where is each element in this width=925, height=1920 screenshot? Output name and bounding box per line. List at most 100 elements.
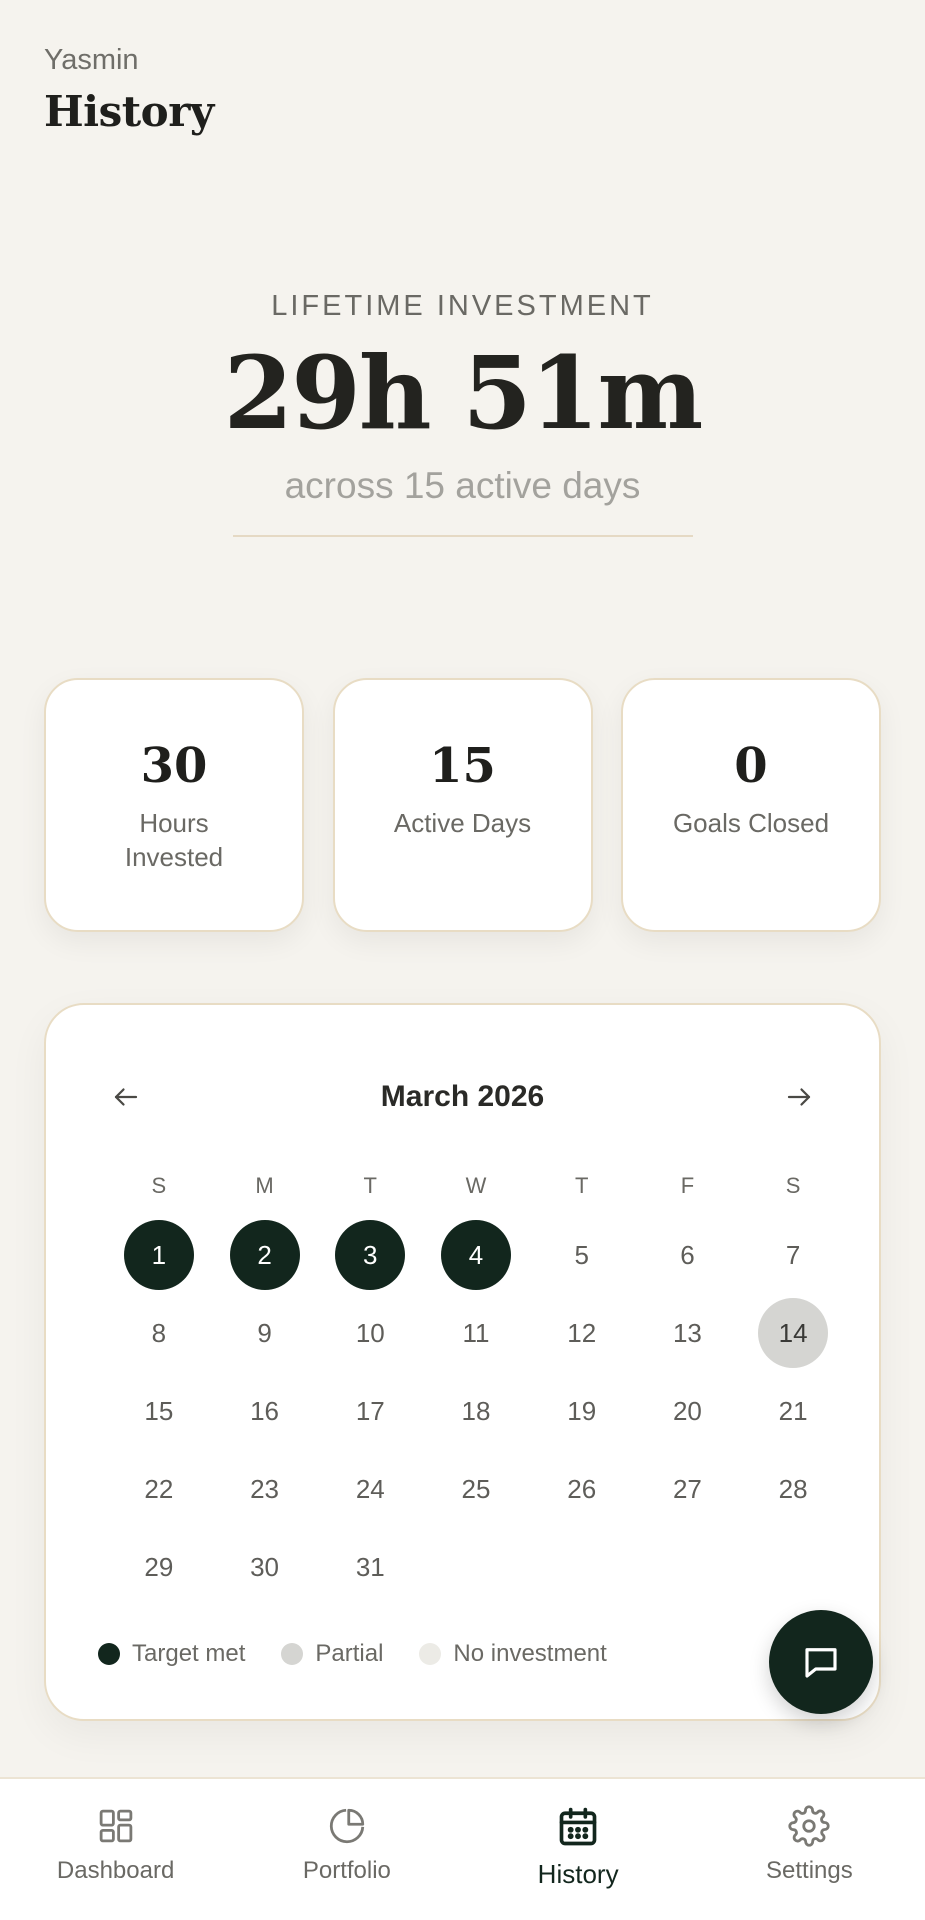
calendar-day-number: 20	[672, 1395, 702, 1426]
calendar-day-number: 16	[250, 1395, 280, 1426]
calendar-day[interactable]: 15	[106, 1372, 212, 1450]
calendar-day[interactable]: 12	[529, 1294, 635, 1372]
calendar-day-number: 15	[144, 1395, 174, 1426]
weekday-label: T	[574, 1173, 589, 1198]
weekday-label: F	[680, 1173, 695, 1198]
legend-swatch	[98, 1643, 120, 1665]
nav-label: Settings	[766, 1857, 853, 1884]
legend-partial: Partial	[281, 1640, 383, 1668]
calendar-day-number: 27	[672, 1473, 702, 1504]
calendar-day-number: 14	[758, 1298, 829, 1368]
stat-value: 0	[734, 738, 768, 794]
stat-card-active-days: 15 Active Days	[332, 678, 593, 932]
calendar-day[interactable]: 7	[740, 1216, 846, 1294]
calendar-day[interactable]: 4	[423, 1216, 529, 1294]
calendar-day-number: 6	[680, 1239, 695, 1270]
calendar-month-title: March 2026	[380, 1080, 545, 1113]
legend-label: Target met	[132, 1640, 246, 1667]
chat-bubble-icon	[805, 1648, 837, 1678]
calendar-day[interactable]: 28	[740, 1450, 846, 1528]
calendar-day[interactable]: 21	[740, 1372, 846, 1450]
calendar-day[interactable]: 9	[212, 1294, 318, 1372]
calendar-day-number: 3	[335, 1220, 406, 1290]
calendar-day[interactable]: 11	[423, 1294, 529, 1372]
calendar-day[interactable]: 25	[423, 1450, 529, 1528]
calendar-day-number: 31	[355, 1551, 385, 1582]
legend-target-met: Target met	[98, 1640, 245, 1668]
hero-value: 29h 51m	[223, 334, 704, 452]
stat-label: Hours Invested	[124, 808, 224, 872]
nav-history[interactable]: History	[463, 1779, 694, 1920]
weekday-label: S	[785, 1173, 801, 1198]
nav-label: Dashboard	[56, 1857, 175, 1884]
calendar-day[interactable]: 5	[529, 1216, 635, 1294]
stats-row: 30 Hours Invested 15 Active Days 0 Goals…	[44, 678, 881, 932]
gear-icon	[788, 1805, 830, 1847]
calendar-day-number: 29	[144, 1551, 174, 1582]
calendar-day-number: 12	[567, 1317, 597, 1348]
hero-subtitle: across 15 active days	[284, 465, 641, 506]
calendar-day[interactable]: 19	[529, 1372, 635, 1450]
calendar-day[interactable]: 1	[106, 1216, 212, 1294]
calendar-day[interactable]: 24	[317, 1450, 423, 1528]
calendar-day[interactable]: 29	[106, 1528, 212, 1606]
calendar-day[interactable]: 18	[423, 1372, 529, 1450]
hero-label: LIFETIME INVESTMENT	[271, 290, 654, 322]
calendar-day-number: 11	[462, 1317, 490, 1348]
calendar-day[interactable]: 23	[212, 1450, 318, 1528]
nav-dashboard[interactable]: Dashboard	[0, 1779, 231, 1920]
calendar-day[interactable]: 6	[635, 1216, 741, 1294]
legend-label: Partial	[315, 1640, 384, 1667]
calendar-day-number: 2	[229, 1220, 300, 1290]
calendar-legend: Target met Partial No investment	[98, 1640, 643, 1668]
calendar-day[interactable]: 20	[635, 1372, 741, 1450]
nav-settings[interactable]: Settings	[694, 1779, 925, 1920]
calendar-day[interactable]: 22	[106, 1450, 212, 1528]
calendar-day-number: 1	[123, 1220, 194, 1290]
weekday-label: T	[363, 1173, 377, 1198]
calendar-day[interactable]: 16	[212, 1372, 318, 1450]
arrow-left-icon	[114, 1088, 138, 1106]
calendar-day[interactable]: 10	[317, 1294, 423, 1372]
calendar-day[interactable]: 14	[740, 1294, 846, 1372]
calendar-day-number: 17	[355, 1395, 385, 1426]
calendar-day-number: 10	[355, 1317, 385, 1348]
calendar-day-number: 9	[257, 1317, 272, 1348]
calendar-day[interactable]: 30	[212, 1528, 318, 1606]
weekday-label: S	[151, 1173, 167, 1198]
calendar-day-number: 18	[461, 1395, 491, 1426]
calendar-day[interactable]: 17	[317, 1372, 423, 1450]
calendar-day-number: 25	[461, 1473, 491, 1504]
nav-label: Portfolio	[302, 1857, 391, 1884]
previous-month-button[interactable]	[106, 1077, 146, 1117]
legend-no-investment: No investment	[419, 1640, 607, 1668]
calendar-day[interactable]: 2	[212, 1216, 318, 1294]
divider	[232, 535, 693, 537]
calendar-day[interactable]: 27	[635, 1450, 741, 1528]
calendar-day-number: 4	[440, 1220, 511, 1290]
calendar-day-number: 7	[785, 1239, 801, 1270]
calendar-day-number: 30	[250, 1551, 280, 1582]
weekday-header-row: SMTWTFS	[106, 1173, 846, 1199]
stat-card-goals-closed: 0 Goals Closed	[621, 678, 881, 932]
nav-portfolio[interactable]: Portfolio	[231, 1779, 462, 1920]
stat-value: 30	[140, 738, 208, 794]
calendar-day[interactable]: 8	[106, 1294, 212, 1372]
calendar-card: March 2026 SMTWTFS 1 2 3 4 5 6 7 8 9 10 11 12 13 14 15…	[44, 1003, 881, 1721]
weekday-label: W	[465, 1173, 487, 1198]
calendar-day-number: 26	[567, 1473, 597, 1504]
calendar-day[interactable]: 26	[529, 1450, 635, 1528]
calendar-day[interactable]: 31	[317, 1528, 423, 1606]
calendar-day[interactable]: 13	[635, 1294, 741, 1372]
calendar-icon	[559, 1807, 597, 1846]
chat-button[interactable]	[769, 1610, 873, 1714]
calendar-day-number: 13	[672, 1317, 702, 1348]
history-screen: Yasmin History LIFETIME INVESTMENT 29h 5…	[0, 0, 925, 1920]
calendar-day[interactable]: 3	[317, 1216, 423, 1294]
nav-label: History	[537, 1859, 619, 1889]
calendar-day-number: 28	[778, 1473, 808, 1504]
calendar-day-number: 5	[574, 1239, 589, 1270]
arrow-right-icon	[787, 1088, 811, 1106]
next-month-button[interactable]	[779, 1077, 819, 1117]
legend-swatch	[281, 1643, 304, 1665]
